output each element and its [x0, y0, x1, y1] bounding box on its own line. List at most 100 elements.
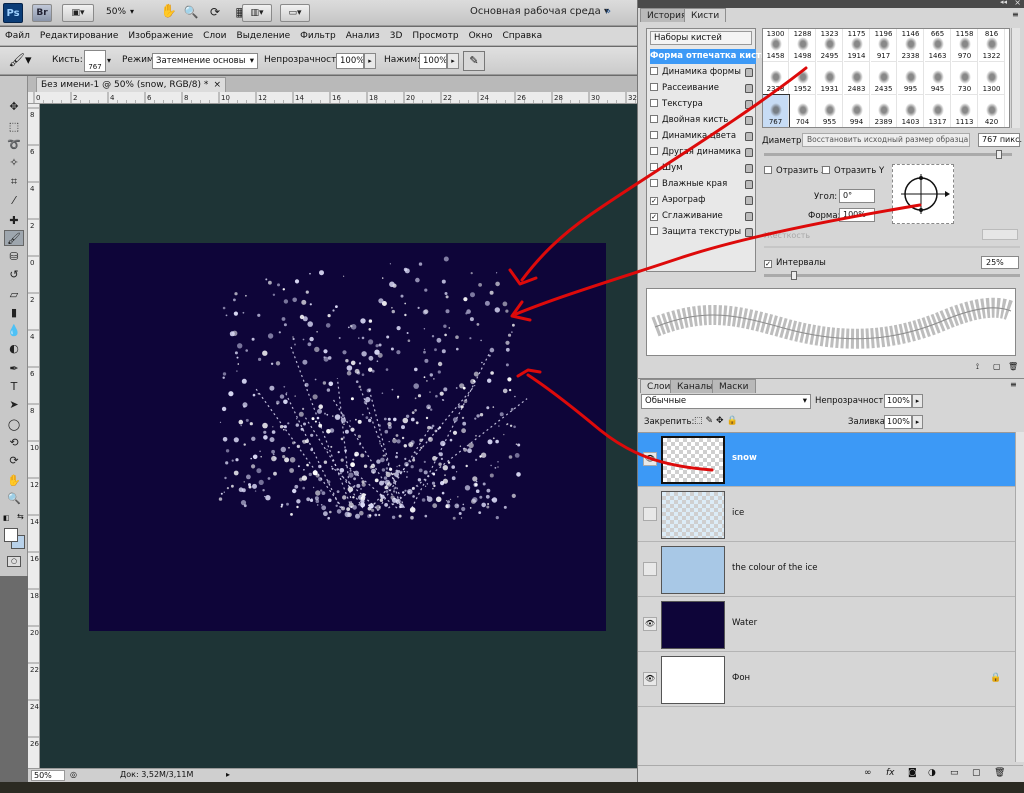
- brush-option-row[interactable]: Динамика формы: [650, 65, 756, 80]
- crop-tool-icon[interactable]: ⌗: [4, 174, 24, 190]
- brush-tip-cell[interactable]: 994: [844, 95, 870, 127]
- brush-tip-cell[interactable]: 1146 2338: [898, 29, 924, 62]
- brush-tip-cell[interactable]: 1288 1498: [790, 29, 816, 62]
- lock-icon[interactable]: [745, 180, 753, 189]
- blur-tool-icon[interactable]: 💧: [4, 322, 24, 338]
- panel-menu-icon[interactable]: ≡: [1010, 380, 1017, 389]
- brush-tip-cell[interactable]: 2483: [844, 62, 870, 95]
- diameter-field[interactable]: 767 пикс.: [978, 133, 1022, 147]
- pressure-slider-arrow[interactable]: ▸: [447, 53, 459, 69]
- brush-tip-cell[interactable]: 767: [763, 94, 790, 127]
- brush-option-row[interactable]: Другая динамика: [650, 145, 756, 160]
- lock-icon[interactable]: 🔒: [990, 673, 1001, 683]
- brush-option-row[interactable]: Рассеивание: [650, 81, 756, 96]
- lock-icon[interactable]: [745, 84, 753, 93]
- pressure-field[interactable]: 100%: [419, 53, 447, 69]
- magic-wand-tool-icon[interactable]: ✧: [4, 154, 24, 170]
- lock-icon[interactable]: [745, 116, 753, 125]
- eyedropper-tool-icon[interactable]: ⁄: [4, 192, 24, 208]
- menu-edit[interactable]: Редактирование: [35, 27, 124, 46]
- brush-tip-cell[interactable]: 704: [790, 95, 816, 127]
- lock-icon[interactable]: [745, 164, 753, 173]
- eye-icon[interactable]: 👁: [643, 617, 657, 631]
- close-icon[interactable]: ×: [213, 78, 221, 92]
- hand-tool-icon[interactable]: ✋: [4, 472, 24, 488]
- brush-tip-cell[interactable]: 2435: [871, 62, 897, 95]
- brush-presets-button[interactable]: Наборы кистей: [650, 31, 752, 45]
- group-icon[interactable]: ▭: [950, 768, 959, 778]
- quick-mask-icon[interactable]: ○: [7, 556, 21, 567]
- spacing-slider[interactable]: [764, 274, 1020, 277]
- brush-tip-cell[interactable]: 945: [925, 62, 951, 95]
- 3d-rotate-tool-icon[interactable]: ⟲: [4, 434, 24, 450]
- clone-stamp-tool-icon[interactable]: ⛁: [4, 248, 24, 264]
- menu-window[interactable]: Окно: [464, 27, 498, 46]
- new-brush-icon[interactable]: ▢: [993, 362, 1001, 371]
- menu-3d[interactable]: 3D: [385, 27, 408, 46]
- status-preview-icon[interactable]: ◎: [70, 770, 77, 779]
- tab-brushes[interactable]: Кисти: [684, 8, 727, 22]
- menu-help[interactable]: Справка: [497, 27, 547, 46]
- photoshop-logo[interactable]: Ps: [3, 3, 23, 23]
- type-tool-icon[interactable]: T: [4, 378, 24, 394]
- menu-select[interactable]: Выделение: [232, 27, 296, 46]
- 3d-orbit-tool-icon[interactable]: ⟳: [4, 452, 24, 468]
- brush-tip-cell[interactable]: 420: [979, 95, 1005, 127]
- checkbox[interactable]: [650, 227, 658, 235]
- checkbox[interactable]: [650, 179, 658, 187]
- fill-arrow[interactable]: ▸: [912, 415, 923, 429]
- brush-tip-cell[interactable]: 730: [952, 62, 978, 95]
- default-colors-icon[interactable]: ◧: [3, 514, 10, 522]
- visibility-toggle[interactable]: [643, 562, 657, 576]
- brush-tip-cell[interactable]: 1952: [790, 62, 816, 95]
- gradient-tool-icon[interactable]: ▮: [4, 304, 24, 320]
- toggle-panel-icon[interactable]: ⟟: [976, 362, 979, 372]
- collapse-icon[interactable]: ◂◂: [1000, 0, 1007, 6]
- hand-tool-icon[interactable]: ✋: [160, 4, 178, 22]
- fx-icon[interactable]: fx: [886, 768, 895, 778]
- airbrush-toggle-icon[interactable]: ✎: [463, 51, 485, 71]
- lock-icon[interactable]: [745, 196, 753, 205]
- brush-option-row[interactable]: Шум: [650, 161, 756, 176]
- trash-icon[interactable]: 🗑: [994, 768, 1005, 778]
- brush-tip-cell[interactable]: 1175 1914: [844, 29, 870, 62]
- restore-size-button[interactable]: Восстановить исходный размер образца: [802, 133, 970, 147]
- marquee-tool-icon[interactable]: ⬚: [4, 118, 24, 134]
- zoom-level-chip[interactable]: 50%: [106, 7, 126, 17]
- history-brush-tool-icon[interactable]: ↺: [4, 266, 24, 282]
- menu-analysis[interactable]: Анализ: [341, 27, 385, 46]
- menu-filter[interactable]: Фильтр: [295, 27, 341, 46]
- trash-icon[interactable]: 🗑: [1008, 362, 1018, 371]
- checkbox[interactable]: ✓: [650, 197, 658, 205]
- tab-masks[interactable]: Маски: [712, 379, 756, 393]
- lock-icon[interactable]: [745, 212, 753, 221]
- opacity-slider-arrow[interactable]: ▸: [364, 53, 376, 69]
- pen-tool-icon[interactable]: ✒: [4, 360, 24, 376]
- view-extras-button[interactable]: ▣▾: [62, 4, 94, 22]
- eye-icon[interactable]: 👁: [643, 672, 657, 686]
- lock-icon[interactable]: [745, 228, 753, 237]
- opacity-field[interactable]: 100%: [336, 53, 364, 69]
- brush-tool-icon[interactable]: 🖌: [4, 230, 24, 246]
- shape-tool-icon[interactable]: ◯: [4, 416, 24, 432]
- brush-option-row[interactable]: Форма отпечатка кисти: [650, 49, 767, 64]
- healing-brush-tool-icon[interactable]: ✚: [4, 212, 24, 228]
- menu-layers[interactable]: Слои: [198, 27, 231, 46]
- eraser-tool-icon[interactable]: ▱: [4, 286, 24, 302]
- arrange-documents-button[interactable]: ▥▾: [242, 4, 272, 22]
- layer-row[interactable]: 👁 Water: [638, 598, 1023, 652]
- new-layer-icon[interactable]: ▢: [972, 768, 981, 778]
- mask-icon[interactable]: ◙: [908, 768, 917, 778]
- flip-y-checkbox[interactable]: Отразить Y: [822, 166, 884, 176]
- checkbox[interactable]: [650, 83, 658, 91]
- brush-option-row[interactable]: ✓ Аэрограф: [650, 193, 756, 208]
- menu-image[interactable]: Изображение: [123, 27, 198, 46]
- foreground-color-swatch[interactable]: [4, 528, 18, 542]
- document-canvas[interactable]: [89, 243, 606, 631]
- brush-option-row[interactable]: Защита текстуры: [650, 225, 756, 240]
- brush-angle-widget[interactable]: [892, 164, 954, 224]
- brush-tip-cell[interactable]: 1113: [952, 95, 978, 127]
- lock-icon[interactable]: [745, 100, 753, 109]
- brush-tip-cell[interactable]: 1300 1458: [763, 29, 789, 62]
- checkbox[interactable]: [650, 147, 658, 155]
